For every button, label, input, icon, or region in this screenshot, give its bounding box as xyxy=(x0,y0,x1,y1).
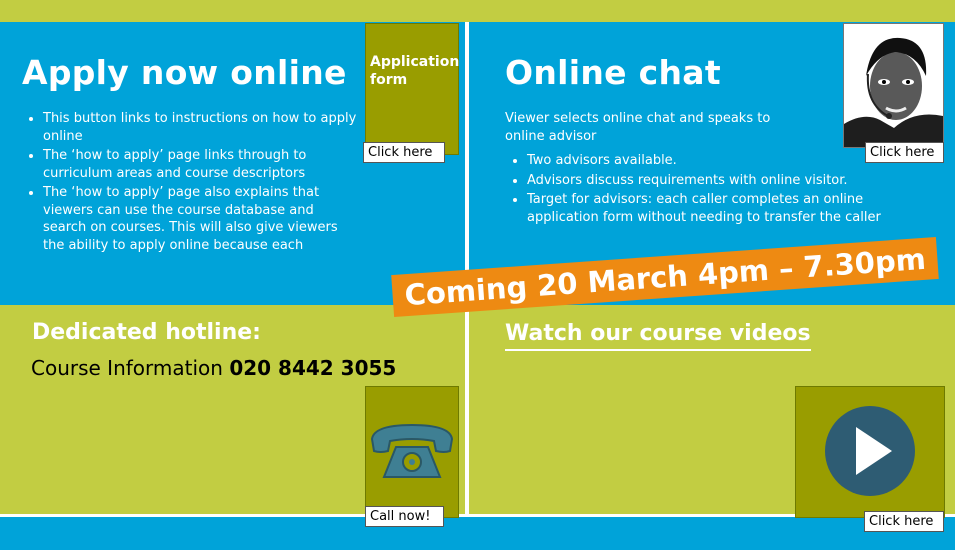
top-strip xyxy=(0,0,955,22)
apply-bullet: This button links to instructions on how… xyxy=(43,110,361,145)
apply-bullet: The ‘how to apply’ page links through to… xyxy=(43,147,361,182)
chat-intro: Viewer selects online chat and speaks to… xyxy=(505,111,771,144)
hotline-number: 020 8442 3055 xyxy=(229,356,397,380)
call-now-button[interactable]: Call now! xyxy=(365,506,444,527)
hotline-label: Course Information xyxy=(31,356,223,380)
apply-title: Apply now online xyxy=(22,53,347,92)
hotline-info: Course Information 020 8442 3055 xyxy=(31,356,396,380)
hotline-title: Dedicated hotline: xyxy=(32,320,261,345)
apply-click-here-button[interactable]: Click here xyxy=(363,142,445,163)
apply-bullets: This button links to instructions on how… xyxy=(21,110,361,256)
play-icon xyxy=(825,406,915,496)
advisor-avatar[interactable] xyxy=(843,23,944,148)
apply-bullet: The ‘how to apply’ page also explains th… xyxy=(43,184,361,254)
video-tile[interactable] xyxy=(795,386,945,518)
chat-bullet: Advisors discuss requirements with onlin… xyxy=(527,172,885,190)
application-form-label: Application form xyxy=(370,54,460,88)
watch-videos-link[interactable]: Watch our course videos xyxy=(505,321,811,351)
bottom-strip xyxy=(0,517,955,550)
telephone-icon xyxy=(370,423,454,478)
application-form-tile[interactable]: Application form xyxy=(365,23,459,155)
chat-title: Online chat xyxy=(505,53,721,92)
chat-bullet: Target for advisors: each caller complet… xyxy=(527,191,885,226)
chat-click-here-button[interactable]: Click here xyxy=(865,142,944,163)
chat-bullets: Two advisors available. Advisors discuss… xyxy=(505,152,885,228)
call-tile[interactable] xyxy=(365,386,459,518)
chat-bullet: Two advisors available. xyxy=(527,152,885,170)
video-click-here-button[interactable]: Click here xyxy=(864,511,944,532)
advisor-headset-icon xyxy=(844,37,943,147)
